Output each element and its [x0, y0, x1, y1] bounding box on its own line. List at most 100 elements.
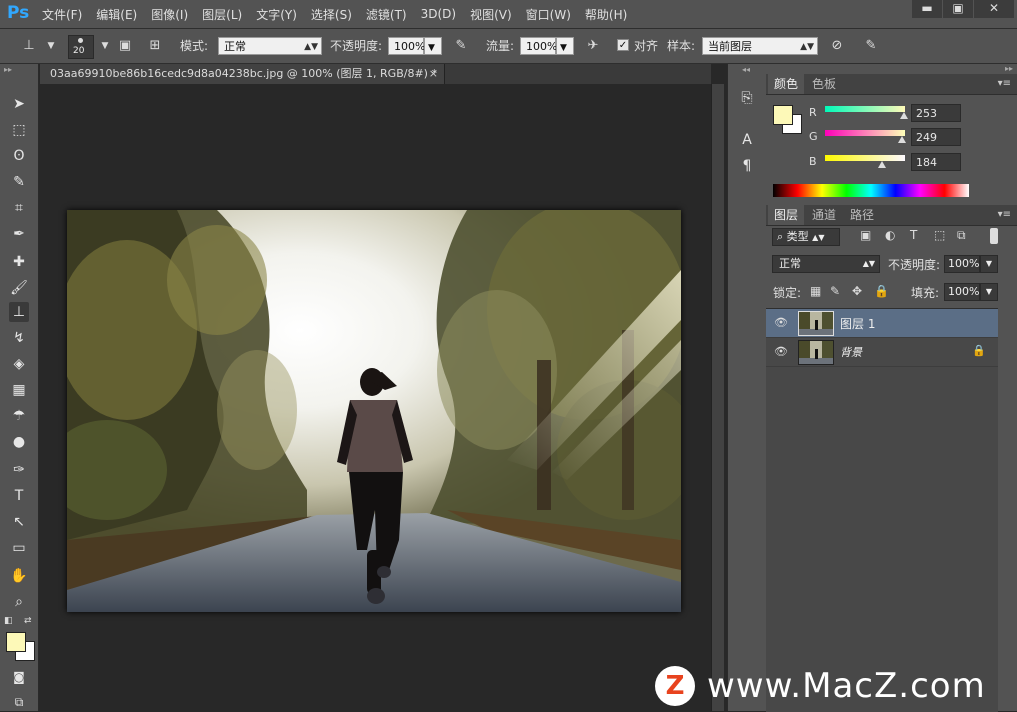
tab-channels[interactable]: 通道: [806, 205, 842, 225]
foreground-color-swatch[interactable]: [6, 632, 26, 652]
healing-brush-tool-icon[interactable]: ✚: [9, 252, 29, 272]
tab-swatches[interactable]: 色板: [806, 74, 842, 94]
shape-tool-icon[interactable]: ▭: [9, 538, 29, 558]
menu-item-layer[interactable]: 图层(L): [202, 6, 242, 23]
screen-mode-icon[interactable]: ⧉: [9, 692, 29, 712]
sample-select[interactable]: 当前图层 ▲▼: [702, 37, 818, 55]
gradient-tool-icon[interactable]: ▦: [9, 380, 29, 400]
g-value[interactable]: 249: [911, 128, 961, 146]
lock-image-icon[interactable]: ✎: [830, 284, 840, 298]
align-checkbox[interactable]: ✓: [617, 39, 629, 51]
ignore-adjustment-layers-icon[interactable]: ⊘: [828, 37, 846, 55]
opacity-input[interactable]: 100%: [388, 37, 425, 55]
type-tool-icon[interactable]: T: [9, 486, 29, 506]
crop-tool-icon[interactable]: ⌗: [9, 198, 29, 218]
maximize-button[interactable]: ▣: [943, 0, 973, 18]
paragraph-panel-icon[interactable]: ¶: [737, 156, 757, 176]
layer-name[interactable]: 背景: [840, 344, 862, 360]
filter-adjustment-icon[interactable]: ◐: [885, 228, 895, 242]
b-slider-thumb[interactable]: [878, 161, 886, 168]
move-tool-icon[interactable]: ➤: [9, 94, 29, 114]
r-slider[interactable]: [825, 106, 905, 112]
lock-position-icon[interactable]: ✥: [852, 284, 862, 298]
hand-tool-icon[interactable]: ✋: [9, 566, 29, 586]
filter-toggle-switch[interactable]: [990, 228, 998, 244]
quick-mask-icon[interactable]: ◙: [9, 667, 29, 687]
b-slider[interactable]: [825, 155, 905, 161]
layer-opacity-dropdown[interactable]: ▼: [980, 255, 998, 273]
zoom-tool-icon[interactable]: ⌕: [9, 592, 29, 612]
fill-input[interactable]: 100%: [944, 283, 980, 301]
layer-row-background[interactable]: 👁 背景 🔒: [766, 338, 998, 367]
toggle-brush-panel-icon[interactable]: ▣: [116, 37, 134, 55]
swap-colors-icon[interactable]: ⇄: [24, 616, 32, 626]
filter-pixel-icon[interactable]: ▣: [860, 228, 871, 242]
filter-smart-object-icon[interactable]: ⧉: [957, 228, 966, 243]
minimize-button[interactable]: ▬: [912, 0, 942, 18]
default-colors-icon[interactable]: ◧: [4, 616, 13, 626]
character-panel-icon[interactable]: A: [737, 130, 757, 150]
tab-color[interactable]: 颜色: [768, 74, 805, 94]
filter-type-icon[interactable]: T: [910, 228, 917, 242]
vertical-scrollbar[interactable]: [711, 84, 724, 711]
brush-size-preset[interactable]: 20: [68, 35, 94, 59]
layer-row-layer1[interactable]: 👁 图层 1: [766, 309, 998, 338]
history-brush-tool-icon[interactable]: ↯: [9, 328, 29, 348]
clone-stamp-tool-icon[interactable]: ⊥: [9, 302, 29, 322]
history-panel-icon[interactable]: ⎘: [737, 88, 757, 108]
document-image[interactable]: [67, 210, 681, 612]
tab-layers[interactable]: 图层: [768, 205, 805, 225]
flow-input[interactable]: 100%: [520, 37, 557, 55]
r-value[interactable]: 253: [911, 104, 961, 122]
menu-item-type[interactable]: 文字(Y): [256, 6, 297, 23]
menu-item-select[interactable]: 选择(S): [311, 6, 352, 23]
g-slider-thumb[interactable]: [898, 136, 906, 143]
flow-dropdown[interactable]: ▼: [556, 37, 574, 55]
r-slider-thumb[interactable]: [900, 112, 908, 119]
dodge-tool-icon[interactable]: ●: [9, 432, 29, 452]
close-document-icon[interactable]: ×: [429, 64, 438, 84]
marquee-tool-icon[interactable]: ⬚: [9, 120, 29, 140]
document-tab[interactable]: 03aa69910be86b16cedc9d8a04238bc.jpg @ 10…: [40, 64, 445, 84]
eraser-tool-icon[interactable]: ◈: [9, 354, 29, 374]
menu-item-help[interactable]: 帮助(H): [585, 6, 627, 23]
fill-dropdown[interactable]: ▼: [980, 283, 998, 301]
blend-mode-select[interactable]: 正常 ▲▼: [772, 255, 880, 273]
blur-tool-icon[interactable]: ☂: [9, 406, 29, 426]
eye-icon[interactable]: 👁: [774, 345, 788, 359]
close-window-button[interactable]: ✕: [974, 0, 1014, 18]
brush-size-chevron-icon[interactable]: ▼: [96, 37, 114, 55]
layer-opacity-input[interactable]: 100%: [944, 255, 980, 273]
opacity-dropdown[interactable]: ▼: [424, 37, 442, 55]
eyedropper-tool-icon[interactable]: ✒: [9, 224, 29, 244]
pressure-opacity-icon[interactable]: ✎: [452, 37, 470, 55]
lock-all-icon[interactable]: 🔒: [874, 284, 889, 298]
menu-item-window[interactable]: 窗口(W): [526, 6, 571, 23]
eye-icon[interactable]: 👁: [774, 316, 788, 330]
pressure-size-icon[interactable]: ✎: [862, 37, 880, 55]
layer-name[interactable]: 图层 1: [840, 315, 875, 332]
path-selection-tool-icon[interactable]: ↖: [9, 512, 29, 532]
toggle-clone-source-icon[interactable]: ⊞: [146, 37, 164, 55]
b-value[interactable]: 184: [911, 153, 961, 171]
quick-selection-tool-icon[interactable]: ✎: [9, 172, 29, 192]
panel-menu-icon[interactable]: ▾≡: [998, 74, 1011, 94]
tab-paths[interactable]: 路径: [844, 205, 880, 225]
panel-menu-icon[interactable]: ▾≡: [998, 205, 1011, 225]
chevron-down-icon[interactable]: ▼: [42, 37, 60, 55]
menu-item-file[interactable]: 文件(F): [42, 6, 82, 23]
menu-item-filter[interactable]: 滤镜(T): [366, 6, 407, 23]
clone-stamp-preset-icon[interactable]: ⊥: [20, 37, 38, 55]
color-spectrum-bar[interactable]: [773, 184, 969, 197]
collapse-icon[interactable]: ▸▸: [1005, 64, 1013, 73]
menu-item-view[interactable]: 视图(V): [470, 6, 512, 23]
menu-item-3d[interactable]: 3D(D): [421, 7, 456, 21]
color-fg-swatch[interactable]: [773, 105, 793, 125]
collapse-icon[interactable]: ▸▸: [4, 65, 12, 74]
pen-tool-icon[interactable]: ✑: [9, 460, 29, 480]
layer-filter-select[interactable]: ⌕ 类型 ▲▼: [772, 228, 840, 246]
menu-item-image[interactable]: 图像(I): [151, 6, 188, 23]
menu-item-edit[interactable]: 编辑(E): [96, 6, 137, 23]
filter-shape-icon[interactable]: ⬚: [934, 228, 945, 242]
airbrush-icon[interactable]: ✈: [584, 37, 602, 55]
